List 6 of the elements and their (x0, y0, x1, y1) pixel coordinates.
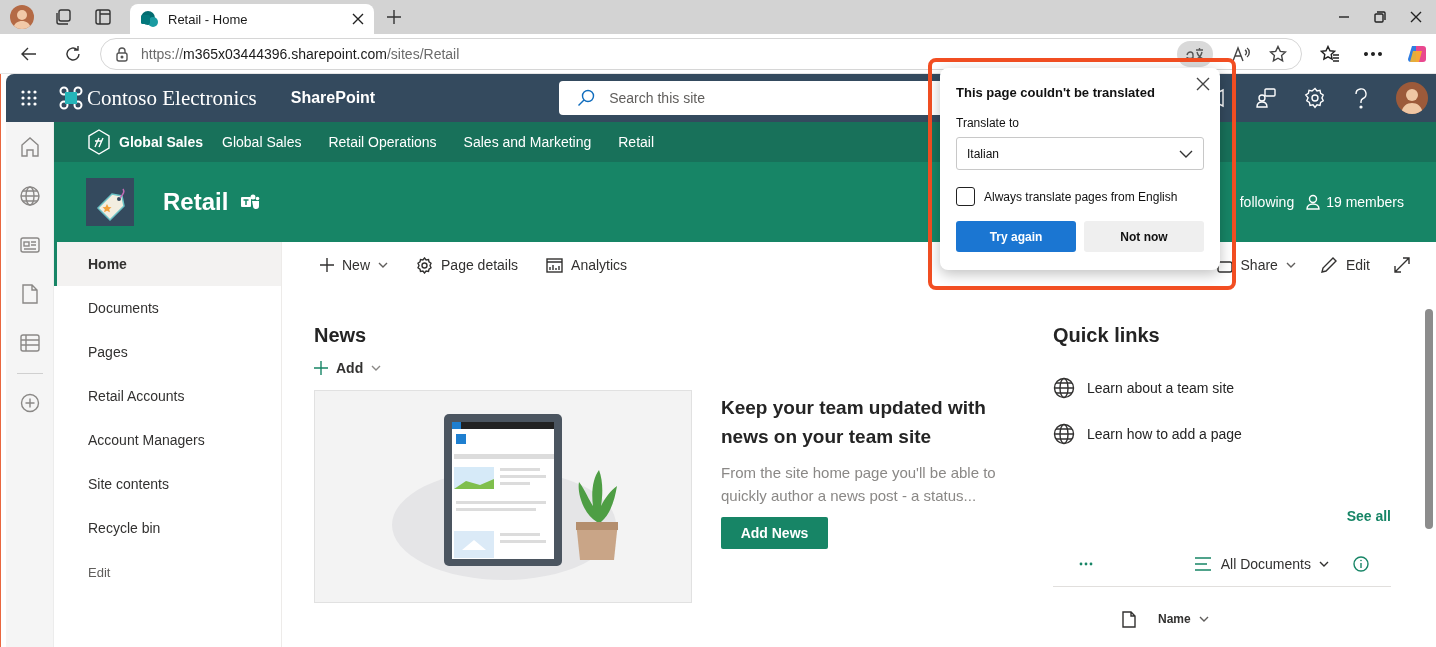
site-title: Retail (163, 188, 229, 216)
field-label: Translate to (956, 116, 1020, 130)
news-heading: Keep your team updated with news on your team site (721, 396, 987, 449)
section-title: News (314, 323, 368, 348)
section-title: Quick links (1053, 323, 1161, 348)
news-description: From the site home page you'll be able to quickly author a news post - a status... (721, 463, 997, 506)
